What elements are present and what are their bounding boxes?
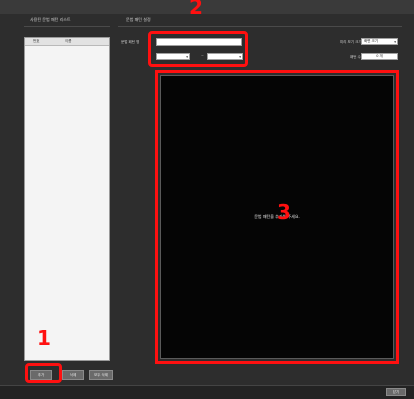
pattern-list-title: 사용된 문법 패턴 리스트 bbox=[30, 17, 71, 22]
delete-button[interactable]: 삭제 bbox=[62, 370, 84, 380]
preview-size-value: 화면 크기 bbox=[364, 39, 378, 43]
close-button[interactable]: 닫기 bbox=[386, 388, 406, 396]
pattern-count-field: 0 개 bbox=[361, 53, 398, 60]
column-header-name: 이름 bbox=[65, 39, 72, 43]
list-header: 번호 이름 bbox=[25, 38, 109, 46]
pattern-name-label: 문법 패턴 명 bbox=[121, 40, 140, 44]
marker-2: 2 bbox=[189, 0, 203, 19]
pattern-list[interactable]: 번호 이름 bbox=[24, 37, 110, 361]
bottom-bar: 닫기 bbox=[0, 385, 414, 399]
chevron-down-icon: ▾ bbox=[394, 40, 396, 44]
preview-size-select[interactable]: 화면 크기 ▾ bbox=[361, 38, 398, 45]
marker-1: 1 bbox=[37, 326, 51, 350]
highlight-add-button bbox=[25, 363, 62, 383]
divider bbox=[118, 26, 402, 27]
delete-all-button[interactable]: 모두 삭제 bbox=[89, 370, 113, 380]
column-header-number: 번호 bbox=[33, 39, 40, 43]
app-window: 사용된 문법 패턴 리스트 번호 이름 추가 삭제 모두 삭제 문법 패턴 설정… bbox=[0, 0, 414, 399]
divider bbox=[24, 26, 110, 27]
title-bar bbox=[0, 0, 414, 14]
pattern-settings-title: 문법 패턴 설정 bbox=[126, 17, 151, 22]
highlight-pattern-inputs bbox=[148, 31, 248, 67]
pattern-count-label: 패턴 수 bbox=[350, 55, 361, 59]
preview-size-label: 미리 보기 크기 bbox=[340, 40, 362, 44]
marker-3: 3 bbox=[277, 200, 291, 224]
